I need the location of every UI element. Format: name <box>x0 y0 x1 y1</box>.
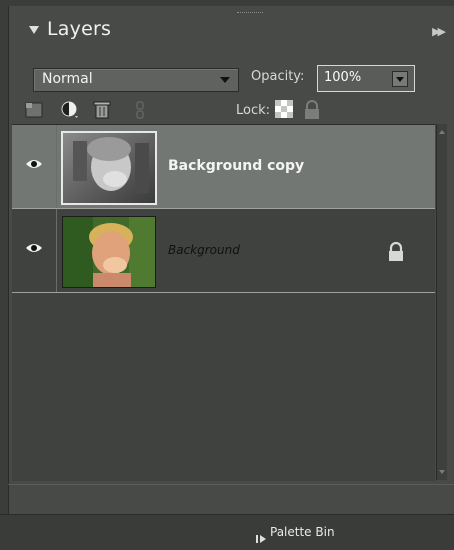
layer-thumbnail[interactable] <box>62 216 156 288</box>
new-layer-icon[interactable] <box>25 100 43 122</box>
collapse-triangle-icon[interactable] <box>29 26 39 34</box>
opacity-input[interactable]: 100% <box>317 65 415 92</box>
blend-mode-select[interactable]: Normal <box>33 68 239 92</box>
layers-list: Background copy Background <box>12 124 435 481</box>
layer-name[interactable]: Background copy <box>168 158 304 174</box>
panel-title: Layers <box>47 18 112 40</box>
layer-row[interactable]: Background <box>12 209 435 293</box>
visibility-column <box>12 209 57 293</box>
link-icon[interactable] <box>135 100 145 124</box>
opacity-label: Opacity: <box>251 69 305 84</box>
scroll-down-icon[interactable] <box>439 470 445 474</box>
eye-icon[interactable] <box>26 243 42 253</box>
layer-row[interactable]: Background copy <box>12 125 435 209</box>
layers-scrollbar[interactable] <box>436 124 447 480</box>
lock-all-icon[interactable] <box>303 100 321 124</box>
adjustment-layer-icon[interactable] <box>59 100 81 124</box>
lock-icon <box>389 241 403 261</box>
trash-icon[interactable] <box>93 100 111 124</box>
palette-bin-button[interactable]: Palette Bin <box>270 525 335 539</box>
layer-name[interactable]: Background <box>168 243 240 257</box>
lock-label: Lock: <box>236 103 271 118</box>
row-divider <box>12 292 435 293</box>
opacity-dropdown-button[interactable] <box>392 71 408 87</box>
palette-bin-bar: Palette Bin <box>0 514 454 550</box>
palette-bin-toggle-icon[interactable] <box>256 529 268 548</box>
chevron-down-icon <box>396 77 404 82</box>
panel-header: Layers ▶▶ <box>9 14 454 48</box>
visibility-column <box>12 125 57 209</box>
chevron-down-icon <box>220 77 230 83</box>
layers-toolbar: Lock: <box>9 98 454 122</box>
layer-thumbnail[interactable] <box>61 131 157 205</box>
blend-mode-value: Normal <box>42 71 93 87</box>
eye-icon[interactable] <box>26 159 42 169</box>
scroll-up-icon[interactable] <box>439 130 445 134</box>
panel-bottom-strip <box>8 484 454 515</box>
lock-transparent-icon[interactable] <box>275 100 293 122</box>
panel-menu-icon[interactable]: ▶▶ <box>432 25 446 38</box>
opacity-value: 100% <box>324 70 362 85</box>
